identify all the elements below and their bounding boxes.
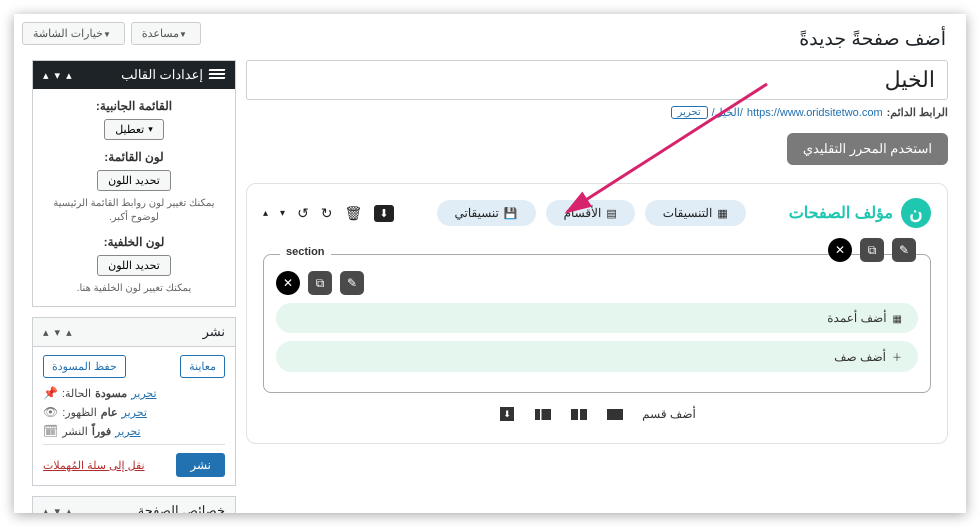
layout-full-icon[interactable] — [606, 407, 624, 421]
calendar-icon: 🗓 — [43, 424, 58, 438]
builder-section: section ✎ ⧉ ✕ ✎ ⧉ ✕ ▦أضف أعمدة ＋أضف صف — [263, 254, 931, 393]
widget-down-icon[interactable]: ▾ — [55, 69, 61, 82]
save-icon: 💾 — [504, 207, 518, 220]
screen-options-button[interactable]: ▼خيارات الشاشة — [22, 22, 125, 45]
add-row-button[interactable]: ＋أضف صف — [276, 341, 918, 372]
save-draft-button[interactable]: حفظ المسودة — [43, 355, 126, 378]
chevron-up-icon[interactable]: ▴ — [263, 208, 268, 219]
menu-color-help: يمكنك تغيير لون روابط القائمة الرئيسية ل… — [45, 197, 223, 225]
duplicate-row-icon[interactable]: ⧉ — [308, 271, 332, 295]
screen-options-label: خيارات الشاشة — [33, 28, 103, 40]
tab-formats[interactable]: ▦التنسيقات — [645, 200, 746, 226]
page-title: أضف صفحةً جديدةً — [799, 28, 946, 51]
page-attributes-widget: خصائص الصفحة ▴ ▾ ▴ — [32, 496, 236, 513]
edit-status-link[interactable]: تحرير — [131, 387, 156, 400]
preview-button[interactable]: معاينة — [180, 355, 225, 378]
close-section-icon[interactable]: ✕ — [828, 238, 852, 262]
permalink-edit-button[interactable]: تحرير — [671, 106, 708, 119]
section-legend: section — [280, 246, 331, 258]
page-attributes-title: خصائص الصفحة — [138, 503, 225, 513]
eye-icon: 👁 — [43, 405, 58, 419]
download-icon[interactable]: ⬇ — [374, 205, 393, 222]
pin-icon: 📌 — [43, 386, 58, 400]
permalink-slug[interactable]: /الخيل/ — [712, 106, 743, 119]
duplicate-section-icon[interactable]: ⧉ — [860, 238, 884, 262]
publish-button[interactable]: نشر — [176, 453, 225, 477]
close-row-icon[interactable]: ✕ — [276, 271, 300, 295]
add-section-label: أضف قسم — [642, 407, 696, 421]
permalink-base[interactable]: https://www.oridsitetwo.com — [747, 107, 883, 119]
page-builder-panel: ن مؤلف الصفحات ▦التنسيقات ▤الأقسام 💾تنسي… — [246, 183, 948, 444]
layout-download-icon[interactable]: ⬇ — [498, 407, 516, 421]
add-columns-button[interactable]: ▦أضف أعمدة — [276, 303, 918, 333]
tab-sections[interactable]: ▤الأقسام — [546, 200, 635, 226]
classic-editor-button[interactable]: استخدم المحرر التقليدي — [787, 133, 948, 165]
layout-half-icon[interactable] — [570, 407, 588, 421]
permalink-label: الرابط الدائم: — [887, 106, 948, 119]
trash-icon[interactable]: 🗑 — [345, 205, 363, 222]
builder-brand-label: مؤلف الصفحات — [789, 203, 893, 223]
publish-widget: نشر ▴▾▴ معاينة حفظ المسودة تحرير مسودة ا… — [32, 317, 236, 486]
sections-icon: ▤ — [606, 207, 616, 220]
menu-color-button[interactable]: تحديد اللون — [97, 170, 171, 191]
help-label: مساعدة — [142, 28, 179, 40]
widget-toggle-icon[interactable]: ▴ — [43, 326, 49, 339]
permalink-row: الرابط الدائم: https://www.oridsitetwo.c… — [246, 106, 948, 119]
menu-color-label: لون القائمة: — [45, 150, 223, 164]
bg-color-label: لون الخلفية: — [45, 235, 223, 249]
builder-logo-icon: ن — [901, 198, 931, 228]
side-menu-label: القائمة الجانبية: — [45, 99, 223, 113]
side-menu-toggle[interactable]: ▾تعطيل — [104, 119, 164, 140]
widget-toggle-icon[interactable]: ▴ — [43, 505, 49, 514]
widget-up-icon[interactable]: ▴ — [66, 326, 72, 339]
columns-icon: ▦ — [893, 314, 902, 325]
template-widget-title: إعدادات القالب — [121, 67, 203, 83]
bg-color-button[interactable]: تحديد اللون — [97, 255, 171, 276]
edit-row-icon[interactable]: ✎ — [340, 271, 364, 295]
widget-down-icon[interactable]: ▾ — [55, 326, 61, 339]
tab-myformats[interactable]: 💾تنسيقاتي — [437, 200, 536, 226]
widget-icon — [209, 69, 225, 81]
chevron-down-icon[interactable]: ▾ — [280, 208, 285, 219]
move-to-trash-link[interactable]: نقل إلى سلة المُهملات — [43, 459, 145, 472]
page-title-input[interactable] — [246, 60, 948, 100]
edit-visibility-link[interactable]: تحرير — [122, 406, 147, 419]
edit-schedule-link[interactable]: تحرير — [115, 425, 140, 438]
widget-up-icon[interactable]: ▴ — [66, 505, 72, 514]
layout-third-icon[interactable] — [534, 407, 552, 421]
undo-icon[interactable]: ↺ — [297, 205, 309, 222]
edit-section-icon[interactable]: ✎ — [892, 238, 916, 262]
redo-icon[interactable]: ↻ — [321, 205, 333, 222]
publish-widget-title: نشر — [203, 324, 225, 340]
layout-icon: ▦ — [717, 207, 727, 220]
widget-down-icon[interactable]: ▾ — [55, 505, 61, 514]
bg-color-help: يمكنك تغيير لون الخلفية هنا. — [45, 282, 223, 296]
plus-icon: ＋ — [892, 353, 902, 364]
help-button[interactable]: ▼مساعدة — [131, 22, 201, 45]
template-settings-widget: إعدادات القالب ▴ ▾ ▴ القائمة الجانبية: ▾تع… — [32, 60, 236, 307]
widget-up-icon[interactable]: ▴ — [66, 69, 72, 82]
widget-toggle-icon[interactable]: ▴ — [43, 69, 49, 82]
